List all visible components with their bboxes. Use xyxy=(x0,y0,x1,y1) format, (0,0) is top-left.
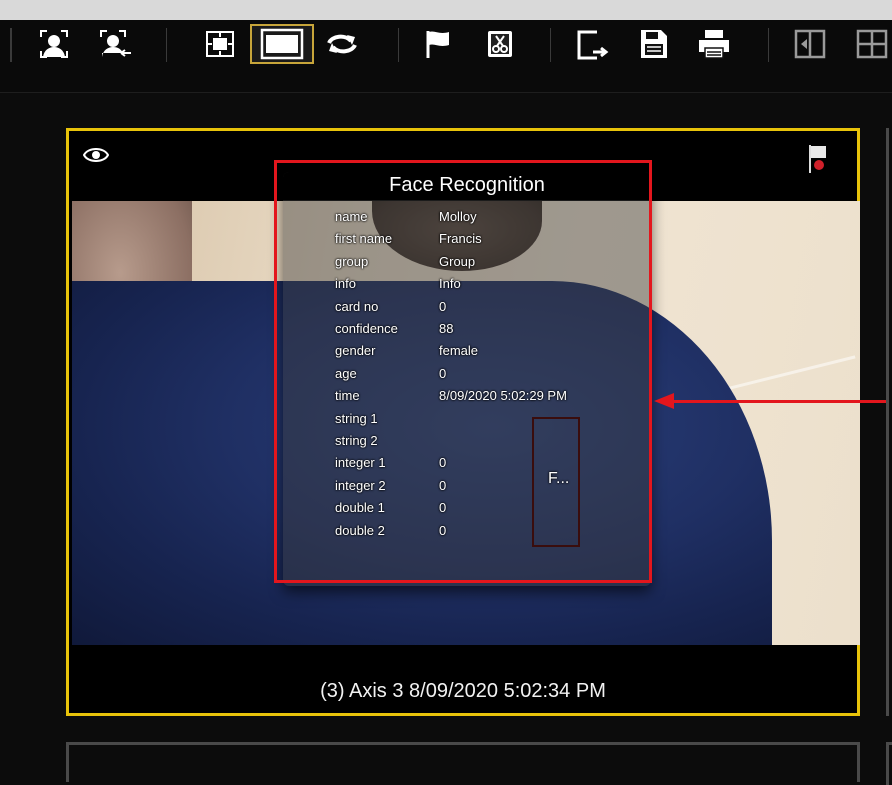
layout-split-button[interactable] xyxy=(790,24,830,64)
face-remove-button[interactable] xyxy=(96,24,136,64)
face-remove-icon xyxy=(99,29,133,59)
toolbar-separator xyxy=(166,28,167,62)
print-button[interactable] xyxy=(694,24,734,64)
print-icon xyxy=(697,28,731,60)
refresh-button[interactable] xyxy=(322,24,362,64)
layout-grid-button[interactable] xyxy=(854,24,892,64)
refresh-icon xyxy=(325,29,359,59)
cut-button[interactable] xyxy=(480,24,520,64)
toolbar xyxy=(0,0,892,93)
toolbar-edge-separator xyxy=(10,28,12,62)
tile-caption: (3) Axis 3 8/09/2020 5:02:34 PM xyxy=(320,680,606,702)
layout-split-icon xyxy=(794,29,826,59)
toolbar-separator xyxy=(398,28,399,62)
lower-camera-tile[interactable] xyxy=(66,742,860,782)
annotation-highlight-box xyxy=(274,160,652,583)
lower-right-camera-tile[interactable] xyxy=(886,742,892,785)
cut-icon xyxy=(485,29,515,59)
fit-view-button[interactable] xyxy=(200,24,240,64)
fill-view-button[interactable] xyxy=(250,24,314,64)
toolbar-separator xyxy=(768,28,769,62)
toolbar-separator xyxy=(550,28,551,62)
annotation-arrow-head xyxy=(654,393,674,409)
window-top-band xyxy=(0,0,892,20)
layout-grid-icon xyxy=(854,29,892,59)
export-button[interactable] xyxy=(572,24,612,64)
face-enroll-icon xyxy=(39,29,69,59)
adjacent-camera-tile[interactable] xyxy=(886,128,892,716)
save-button[interactable] xyxy=(634,24,674,64)
bookmark-flag-icon[interactable] xyxy=(807,143,829,179)
annotation-arrow xyxy=(672,400,888,403)
save-icon xyxy=(639,28,669,60)
eye-icon[interactable] xyxy=(82,147,110,167)
fit-view-icon xyxy=(205,29,235,59)
fill-view-icon xyxy=(260,28,304,60)
face-enroll-button[interactable] xyxy=(34,24,74,64)
flag-icon xyxy=(423,29,453,59)
flag-button[interactable] xyxy=(418,24,458,64)
export-icon xyxy=(575,28,609,60)
